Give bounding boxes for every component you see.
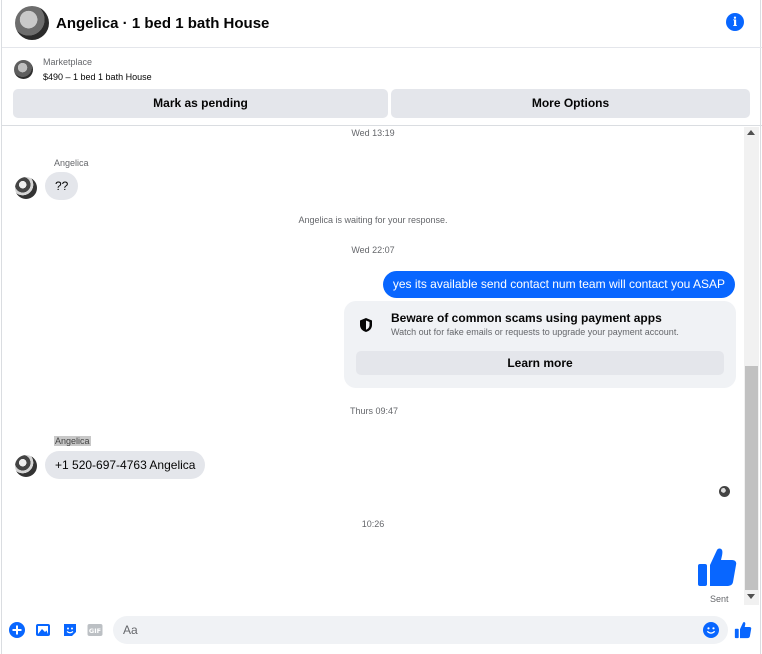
listing-avatar[interactable]	[15, 6, 49, 40]
gif-icon[interactable]: GIF	[87, 622, 103, 638]
learn-more-button[interactable]: Learn more	[356, 351, 724, 375]
marketplace-label: Marketplace	[43, 57, 93, 67]
scam-warning-title: Beware of common scams using payment app…	[391, 311, 662, 325]
thumbs-up-send-icon[interactable]	[734, 621, 752, 639]
system-note: Angelica is waiting for your response.	[298, 215, 448, 225]
message-incoming[interactable]: ??	[45, 172, 79, 200]
timestamp: Thurs 09:47	[349, 406, 399, 416]
timestamp: 10:26	[361, 519, 385, 529]
chat-header: Angelica · 1 bed 1 bath House i	[2, 0, 762, 48]
listing-summary[interactable]: $490 – 1 bed 1 bath House	[43, 72, 152, 82]
shield-icon	[360, 318, 372, 332]
info-icon[interactable]: i	[726, 13, 744, 31]
message-incoming[interactable]: +1 520-697-4763 Angelica	[45, 451, 206, 479]
sticker-icon[interactable]	[62, 622, 78, 638]
sender-name: Angelica	[54, 436, 91, 446]
conversation-title[interactable]: Angelica · 1 bed 1 bath House	[56, 15, 269, 32]
timestamp: Wed 22:07	[351, 245, 395, 255]
seen-avatar	[719, 486, 730, 497]
thumbs-up-icon[interactable]	[697, 546, 737, 588]
mark-as-pending-button[interactable]: Mark as pending	[13, 89, 388, 118]
listing-thumbnail[interactable]	[14, 60, 33, 79]
message-outgoing[interactable]: yes its available send contact num team …	[382, 271, 735, 298]
sent-status: Sent	[710, 594, 729, 604]
scroll-down-arrow[interactable]	[747, 594, 755, 599]
chat-window: Angelica · 1 bed 1 bath House i Marketpl…	[1, 0, 762, 654]
timestamp: Wed 13:19	[351, 128, 395, 138]
message-input[interactable]	[113, 616, 728, 644]
emoji-icon[interactable]	[703, 622, 719, 638]
scroll-up-arrow[interactable]	[747, 130, 755, 135]
divider	[2, 125, 762, 126]
more-options-button[interactable]: More Options	[391, 89, 750, 118]
photo-icon[interactable]	[35, 622, 51, 638]
sender-name: Angelica	[54, 158, 89, 168]
scam-warning-subtitle: Watch out for fake emails or requests to…	[391, 327, 679, 337]
add-plus-icon[interactable]	[9, 622, 25, 638]
sender-avatar[interactable]	[15, 455, 37, 477]
scam-warning-card: Beware of common scams using payment app…	[344, 301, 736, 388]
sender-avatar[interactable]	[15, 177, 37, 199]
scrollbar-thumb[interactable]	[745, 366, 758, 590]
svg-text:GIF: GIF	[89, 627, 101, 635]
